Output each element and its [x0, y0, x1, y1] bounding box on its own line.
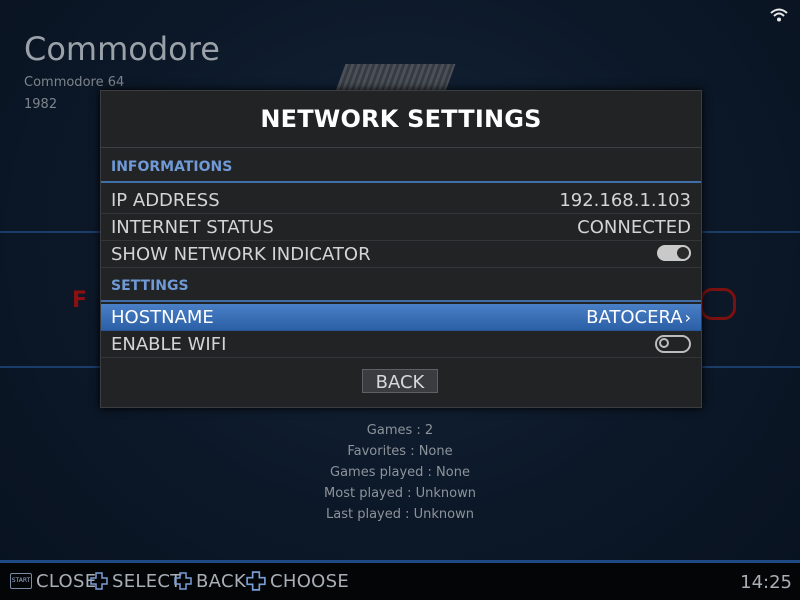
enable-wifi-label: ENABLE WIFI [111, 334, 227, 355]
hint-choose: CHOOSE [246, 570, 350, 592]
section-underline [101, 181, 701, 183]
hostname-label: HOSTNAME [111, 307, 214, 328]
system-title: Commodore [24, 30, 220, 68]
section-underline [101, 300, 701, 302]
section-settings: SETTINGS [101, 272, 701, 302]
chevron-right-icon: › [684, 308, 691, 327]
stat-favorites: Favorites : None [347, 444, 453, 459]
internet-status-row[interactable]: INTERNET STATUS CONNECTED [101, 214, 701, 241]
hint-select: SELECT [90, 570, 182, 592]
stat-most-played: Most played : Unknown [324, 486, 476, 501]
title-divider [101, 147, 701, 148]
wifi-icon [770, 8, 788, 22]
dpad-icon [246, 571, 266, 591]
hostname-value-wrap: BATOCERA › [586, 307, 691, 328]
stat-games-played: Games played : None [330, 465, 470, 480]
network-settings-dialog: NETWORK SETTINGS INFORMATIONS IP ADDRESS… [100, 90, 702, 408]
show-network-indicator-label: SHOW NETWORK INDICATOR [111, 244, 371, 265]
theme-logo-right [700, 288, 736, 320]
enable-wifi-row[interactable]: ENABLE WIFI [101, 331, 701, 358]
internet-status-label: INTERNET STATUS [111, 217, 274, 238]
system-year: 1982 [24, 97, 58, 112]
internet-status-value: CONNECTED [577, 217, 691, 238]
back-button[interactable]: BACK [362, 369, 438, 393]
stat-last-played: Last played : Unknown [326, 507, 474, 522]
hostname-row[interactable]: HOSTNAME BATOCERA › [101, 304, 701, 331]
ip-address-row[interactable]: IP ADDRESS 192.168.1.103 [101, 187, 701, 214]
hint-close: START CLOSE [10, 570, 97, 592]
toggle-knob [677, 247, 689, 259]
game-stats: Games : 2 Favorites : None Games played … [0, 420, 800, 525]
hint-label: CHOOSE [270, 570, 350, 592]
footer-help-bar: START CLOSE SELECT BACK CHOOSE 14:25 [0, 563, 800, 600]
hint-label: BACK [196, 570, 246, 592]
start-button-icon: START [10, 573, 32, 589]
dialog-title: NETWORK SETTINGS [260, 105, 542, 133]
system-model: Commodore 64 [24, 75, 125, 90]
show-network-indicator-row[interactable]: SHOW NETWORK INDICATOR [101, 241, 701, 268]
dpad-icon [174, 572, 192, 590]
section-label: SETTINGS [111, 278, 189, 294]
clock: 14:25 [740, 572, 792, 593]
enable-wifi-toggle[interactable] [655, 335, 691, 353]
section-label: INFORMATIONS [111, 159, 233, 175]
section-informations: INFORMATIONS [101, 153, 701, 183]
ip-address-label: IP ADDRESS [111, 190, 220, 211]
toggle-knob [659, 338, 669, 348]
hostname-value: BATOCERA [586, 307, 683, 328]
show-network-indicator-toggle[interactable] [657, 245, 691, 261]
hint-label: SELECT [112, 570, 182, 592]
stat-games: Games : 2 [366, 423, 434, 438]
theme-logo-left: F [72, 288, 88, 313]
ip-address-value: 192.168.1.103 [559, 190, 691, 211]
hint-label: CLOSE [36, 570, 97, 592]
dpad-icon [90, 572, 108, 590]
hint-back: BACK [174, 570, 246, 592]
